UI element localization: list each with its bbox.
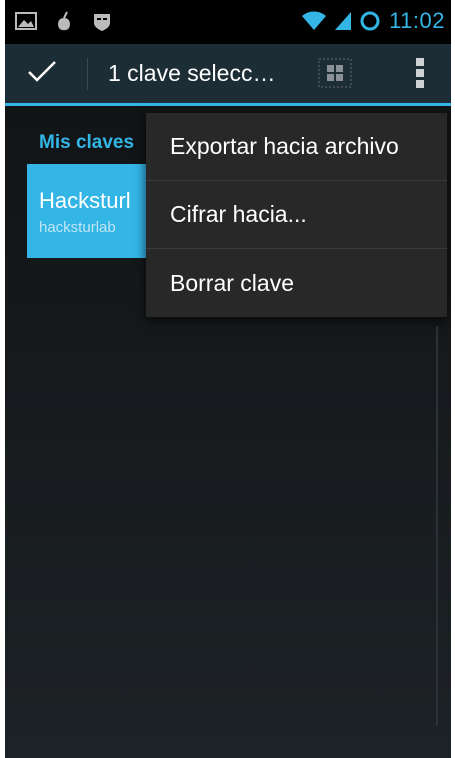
overflow-menu-icon	[415, 57, 425, 94]
mask-icon	[91, 10, 113, 32]
phone-screen: 11:02 1 clave selecc… Mis claves Hackstu…	[5, 0, 451, 758]
select-all-button[interactable]	[318, 58, 352, 93]
overflow-menu-button[interactable]	[405, 57, 435, 94]
scrollbar[interactable]	[436, 326, 438, 726]
system-icons: 11:02	[301, 8, 445, 34]
done-button[interactable]	[5, 44, 79, 103]
select-all-icon	[318, 58, 352, 93]
sync-icon	[359, 10, 381, 32]
notification-icons	[15, 10, 113, 32]
app-icon	[53, 10, 75, 32]
overflow-menu: Exportar hacia archivo Cifrar hacia... B…	[146, 113, 447, 317]
signal-icon	[335, 10, 352, 32]
wifi-icon	[301, 10, 327, 32]
action-bar-divider	[87, 58, 88, 90]
gallery-icon	[15, 10, 37, 32]
key-email: hacksturlab	[39, 219, 116, 236]
key-name: Hacksturl	[39, 188, 131, 213]
menu-item-encrypt-to[interactable]: Cifrar hacia...	[146, 181, 447, 249]
clock: 11:02	[389, 8, 445, 33]
menu-item-delete-key[interactable]: Borrar clave	[146, 249, 447, 317]
status-bar: 11:02	[5, 0, 451, 44]
section-header: Mis claves	[39, 132, 135, 153]
check-icon	[27, 59, 57, 88]
menu-item-export-to-file[interactable]: Exportar hacia archivo	[146, 113, 447, 181]
action-bar: 1 clave selecc…	[5, 44, 451, 106]
selection-title: 1 clave selecc…	[108, 60, 276, 86]
